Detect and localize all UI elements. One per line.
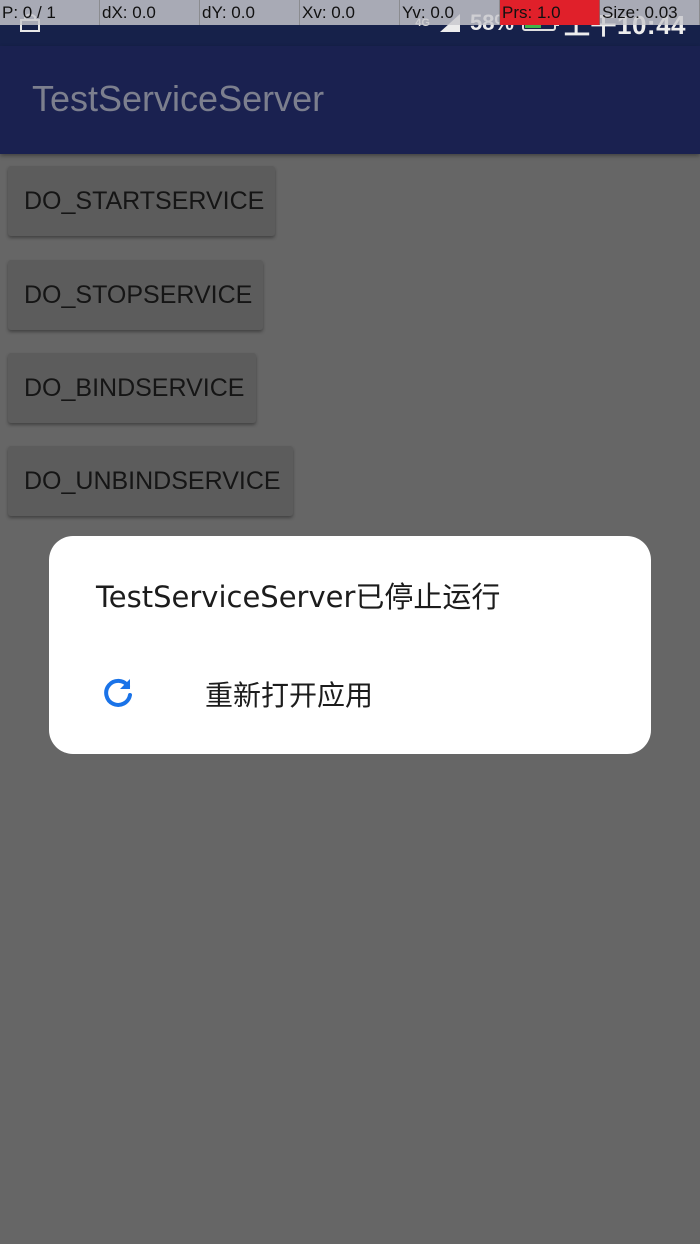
pointer-location-overlay: P: 0 / 1 dX: 0.0 dY: 0.0 Xv: 0.0 Yv: 0.0… bbox=[0, 0, 700, 25]
crash-dialog: TestServiceServer已停止运行 重新打开应用 bbox=[49, 536, 651, 754]
bind-service-button[interactable]: DO_BINDSERVICE bbox=[8, 353, 256, 423]
overlay-pressure: Prs: 1.0 bbox=[500, 0, 600, 25]
overlay-xv: Xv: 0.0 bbox=[300, 0, 400, 25]
start-service-button[interactable]: DO_STARTSERVICE bbox=[8, 166, 275, 236]
stop-service-button[interactable]: DO_STOPSERVICE bbox=[8, 260, 263, 330]
refresh-icon bbox=[104, 678, 132, 707]
app-bar: TestServiceServer bbox=[0, 46, 700, 154]
overlay-dx: dX: 0.0 bbox=[100, 0, 200, 25]
reopen-app-label: 重新打开应用 bbox=[205, 679, 374, 712]
overlay-size: Size: 0.03 bbox=[600, 0, 700, 25]
unbind-service-button[interactable]: DO_UNBINDSERVICE bbox=[8, 446, 293, 516]
overlay-pointer-count: P: 0 / 1 bbox=[0, 0, 100, 25]
overlay-dy: dY: 0.0 bbox=[200, 0, 300, 25]
dialog-title: TestServiceServer已停止运行 bbox=[96, 580, 501, 614]
reopen-app-button[interactable]: 重新打开应用 bbox=[49, 658, 651, 728]
overlay-yv: Yv: 0.0 bbox=[400, 0, 500, 25]
app-title: TestServiceServer bbox=[32, 78, 325, 119]
